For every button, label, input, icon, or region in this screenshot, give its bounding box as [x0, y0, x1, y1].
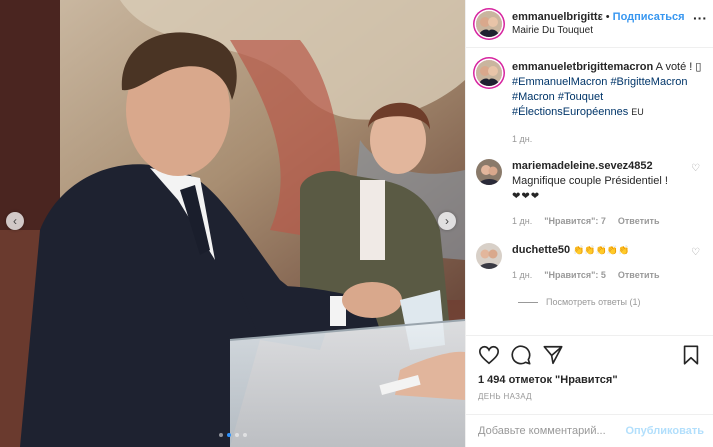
comment-item: duchette50 👏👏👏👏👏 1 дн. "Нравится": 5 Отв…: [476, 243, 704, 283]
post-date[interactable]: ДЕНЬ НАЗАД: [478, 392, 702, 401]
caption-author-avatar[interactable]: [476, 60, 502, 86]
post-side-panel: emmanuelbrigittε • Подписаться Mairie Du…: [465, 0, 713, 447]
location-link[interactable]: Mairie Du Touquet: [512, 24, 685, 38]
replies-divider: [518, 301, 538, 303]
chevron-left-icon: ‹: [13, 214, 17, 228]
header-separator: •: [605, 10, 610, 23]
comment-likes[interactable]: "Нравится": 5: [544, 268, 606, 283]
post-photo[interactable]: ‹ ›: [0, 0, 465, 447]
carousel-next-button[interactable]: ›: [438, 212, 456, 230]
carousel-prev-button[interactable]: ‹: [6, 212, 24, 230]
chevron-right-icon: ›: [445, 214, 449, 228]
carousel-dot: [234, 433, 239, 437]
hashtag-link[interactable]: #ÉlectionsEuropéennes: [512, 106, 628, 118]
author-username-link[interactable]: emmanuelbrigittε: [512, 10, 603, 24]
commenter-username[interactable]: mariemadeleine.sevez4852: [512, 160, 653, 172]
avatar-image: [476, 243, 502, 269]
carousel-dot: [218, 433, 223, 437]
publish-button[interactable]: Опубликовать: [625, 425, 704, 437]
avatar-image: [476, 10, 502, 37]
comment-hearts: ❤❤❤: [512, 191, 541, 202]
reply-button[interactable]: Ответить: [618, 214, 660, 229]
commenter-avatar[interactable]: [476, 243, 502, 269]
post-actions: 1 494 отметок "Нравится" ДЕНЬ НАЗАД: [466, 335, 713, 401]
comments-list: emmanueletbrigittemacron A voté ! ▯ #Emm…: [466, 60, 713, 307]
caption-text: A voté ! ▯: [655, 61, 702, 73]
carousel-indicator: [0, 433, 465, 437]
carousel-dot-active: [226, 433, 231, 437]
reply-button[interactable]: Ответить: [618, 268, 660, 283]
share-icon[interactable]: [542, 344, 564, 366]
commenter-username[interactable]: duchette50: [512, 244, 570, 256]
bookmark-icon[interactable]: [680, 344, 702, 366]
comment-text: 👏👏👏👏👏: [573, 245, 630, 255]
comment-input[interactable]: [478, 425, 626, 437]
comment-icon[interactable]: [510, 344, 532, 366]
view-replies-button[interactable]: Посмотреть ответы (1): [518, 297, 704, 307]
avatar-image: [476, 159, 502, 185]
photo-scene: [0, 0, 465, 447]
comment-time[interactable]: 1 дн.: [512, 214, 532, 229]
hashtag-link[interactable]: #EmmanuelMacron: [512, 76, 607, 88]
commenter-avatar[interactable]: [476, 159, 502, 185]
likes-count[interactable]: 1 494 отметок "Нравится": [478, 374, 702, 386]
caption-username[interactable]: emmanueletbrigittemacron: [512, 61, 653, 73]
more-horizontal-icon[interactable]: ···: [693, 10, 707, 26]
comment-item: mariemadeleine.sevez4852 Magnifique coup…: [476, 159, 704, 229]
comment-like-heart-icon[interactable]: ♡: [691, 247, 700, 258]
view-replies-label: Посмотреть ответы (1): [546, 297, 641, 307]
hashtag-link[interactable]: #Touquet: [558, 91, 603, 103]
comment-time[interactable]: 1 дн.: [512, 268, 532, 283]
add-comment-bar: Опубликовать: [466, 414, 713, 447]
hashtag-link[interactable]: #Macron: [512, 91, 555, 103]
follow-button[interactable]: Подписаться: [613, 10, 685, 24]
post-caption: emmanueletbrigittemacron A voté ! ▯ #Emm…: [476, 60, 704, 147]
comment-text: Magnifique couple Présidentiel !: [512, 175, 668, 187]
caption-suffix: EU: [631, 107, 644, 117]
caption-time[interactable]: 1 дн.: [512, 132, 532, 147]
author-avatar[interactable]: [476, 10, 502, 37]
instagram-post: ‹ › emmanuelbrigittε • Подписаться Mairi…: [0, 0, 713, 447]
post-header: emmanuelbrigittε • Подписаться Mairie Du…: [466, 0, 713, 48]
hashtag-link[interactable]: #BrigitteMacron: [610, 76, 687, 88]
avatar-image: [476, 60, 502, 86]
heart-icon[interactable]: [478, 344, 500, 366]
comment-likes[interactable]: "Нравится": 7: [544, 214, 606, 229]
carousel-dot: [242, 433, 247, 437]
comment-like-heart-icon[interactable]: ♡: [691, 163, 700, 174]
